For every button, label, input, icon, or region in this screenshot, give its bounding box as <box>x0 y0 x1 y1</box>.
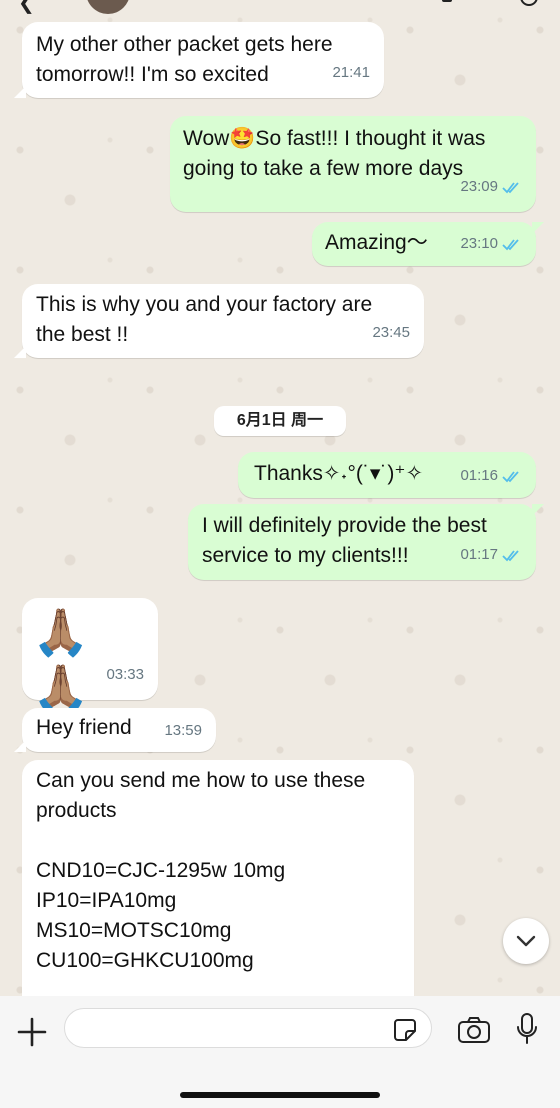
chat-area[interactable]: ❮ My other other packet gets here tomorr… <box>0 0 560 1000</box>
chat-header: ❮ <box>0 0 560 14</box>
message-composer <box>0 996 560 1108</box>
message-incoming[interactable]: 🙏🏽🙏🏽 03:33 <box>22 598 158 714</box>
message-outgoing[interactable]: Amazing～ 23:10 <box>312 222 544 266</box>
call-icon[interactable] <box>442 0 452 2</box>
double-check-icon <box>502 471 519 483</box>
scroll-to-bottom-button[interactable] <box>503 918 549 964</box>
camera-icon[interactable] <box>457 1016 491 1044</box>
message-incoming[interactable]: My other other packet gets here tomorrow… <box>14 22 384 98</box>
message-text: Can you send me how to use these product… <box>36 769 366 972</box>
message-time: 23:10 <box>460 235 498 252</box>
message-outgoing[interactable]: I will definitely provide the best servi… <box>188 504 544 580</box>
date-separator: 6月1日 周一 <box>214 406 346 436</box>
message-text: This is why you and your factory are the… <box>36 293 373 346</box>
back-chevron-icon[interactable]: ❮ <box>18 0 35 14</box>
message-time: 21:41 <box>332 64 370 81</box>
message-input[interactable] <box>64 1008 432 1048</box>
message-outgoing[interactable]: Wow🤩So fast!!! I thought it was going to… <box>170 116 536 212</box>
message-incoming[interactable]: Can you send me how to use these product… <box>22 760 414 1000</box>
message-time: 23:09 <box>460 178 498 195</box>
video-call-icon[interactable] <box>520 0 538 6</box>
contact-avatar[interactable] <box>86 0 130 14</box>
message-time: 01:16 <box>460 467 498 484</box>
sticker-icon[interactable] <box>392 1017 418 1043</box>
message-outgoing[interactable]: Thanks✧˖°(˙▾˙)⁺✧ 01:16 <box>238 452 536 498</box>
double-check-icon <box>502 550 519 562</box>
message-time: 03:33 <box>106 666 144 683</box>
chevron-down-icon <box>516 935 536 947</box>
message-time: 01:17 <box>460 546 498 563</box>
message-incoming[interactable]: This is why you and your factory are the… <box>14 284 424 358</box>
double-check-icon <box>502 182 519 194</box>
message-time: 23:45 <box>372 324 410 341</box>
plus-icon[interactable] <box>14 1014 50 1050</box>
microphone-icon[interactable] <box>514 1012 540 1046</box>
message-incoming[interactable]: Hey friend 13:59 <box>14 708 216 752</box>
message-time: 13:59 <box>164 722 202 739</box>
home-indicator[interactable] <box>180 1092 380 1098</box>
double-check-icon <box>502 239 519 251</box>
message-text: My other other packet gets here tomorrow… <box>36 33 333 86</box>
